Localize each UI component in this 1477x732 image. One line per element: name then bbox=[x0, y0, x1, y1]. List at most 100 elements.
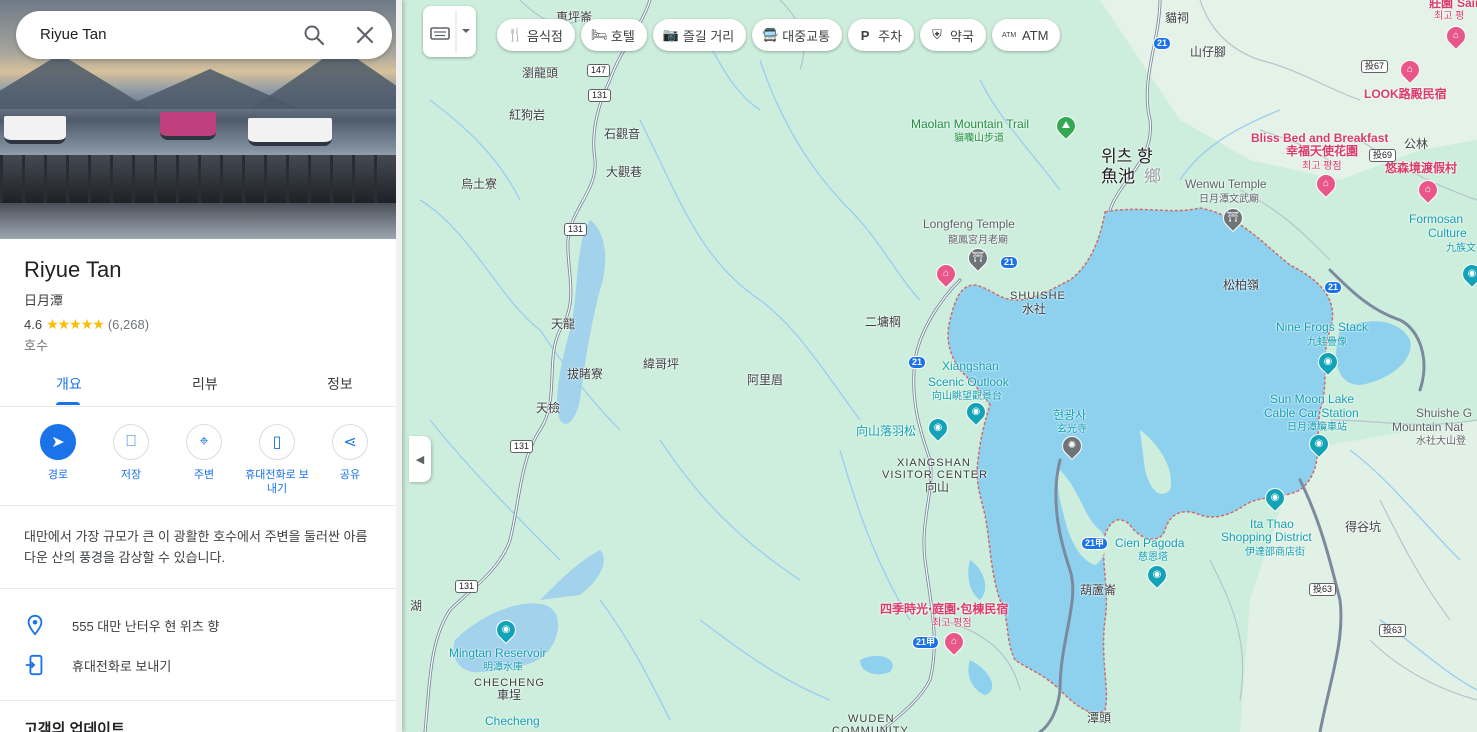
poi-formosan-culture-line2[interactable]: Culture bbox=[1428, 227, 1467, 240]
category-chips: 🍴 음식점 🛏 호텔 📷 즐길 거리 🚍 대중교통 P 주차 ⛨ 약국 ATM … bbox=[497, 19, 1061, 51]
address-text: 555 대만 난터우 현 위츠 향 bbox=[72, 619, 220, 634]
chip-label: 주차 bbox=[878, 28, 903, 44]
poi-cable-car-line2[interactable]: Cable Car Station bbox=[1264, 407, 1359, 420]
map-label-tantou[interactable]: 潭頭 bbox=[1087, 712, 1111, 725]
chip-transit[interactable]: 🚍 대중교통 bbox=[752, 19, 843, 51]
address-row[interactable]: 555 대만 난터우 현 위츠 향 bbox=[0, 604, 402, 644]
poi-ita-thao-line2[interactable]: Shopping District bbox=[1221, 531, 1312, 544]
poi-cable-car[interactable]: Sun Moon Lake bbox=[1270, 393, 1354, 406]
send-to-phone-button[interactable]: ▯ 휴대전화로 보내기 bbox=[241, 424, 313, 496]
map-label-xiangshan-cn: 向山 bbox=[925, 480, 950, 494]
poi-mingtan-reservoir-cn: 明潭水庫 bbox=[483, 662, 523, 673]
poi-xuanguang-temple[interactable]: 현광사 bbox=[1053, 409, 1086, 422]
map-label-tianjian[interactable]: 天檢 bbox=[536, 402, 560, 415]
map-label-yuchi-cn[interactable]: 魚池 bbox=[1101, 166, 1135, 187]
search-input[interactable] bbox=[40, 26, 290, 43]
route-shield: 投63 bbox=[1309, 583, 1337, 596]
chip-pharmacy[interactable]: ⛨ 약국 bbox=[920, 19, 986, 51]
keyboard-layer-toggle[interactable] bbox=[423, 6, 476, 57]
nearby-icon: ⌖ bbox=[186, 424, 222, 460]
station-checheng[interactable]: Checheng bbox=[485, 715, 540, 728]
place-panel: Riyue Tan 日月潭 4.6 ★★★★★ (6,268) 호수 개요 리뷰… bbox=[0, 0, 402, 732]
nearby-button[interactable]: ⌖ 주변 bbox=[168, 424, 240, 482]
directions-button[interactable]: ➤ 경로 bbox=[22, 424, 94, 482]
map-label-degukeng[interactable]: 得谷坑 bbox=[1345, 521, 1381, 534]
photo-boat bbox=[248, 118, 332, 146]
save-button[interactable]: ⎕ 저장 bbox=[95, 424, 167, 482]
poi-youlin-resort[interactable]: 悠森境渡假村 bbox=[1385, 162, 1457, 175]
map-label-hongguyan[interactable]: 紅狗岩 bbox=[509, 109, 545, 122]
map-label-wutuliao[interactable]: 烏土寮 bbox=[461, 178, 497, 191]
map-label-erpangpeng[interactable]: 二墉棡 bbox=[865, 316, 901, 329]
review-count[interactable]: (6,268) bbox=[108, 317, 149, 332]
poi-maolan-trail[interactable]: Maolan Mountain Trail bbox=[911, 118, 1029, 131]
poi-shuishe-trail-cn: 水社大山登 bbox=[1416, 436, 1466, 447]
rating-value: 4.6 bbox=[24, 317, 43, 332]
place-category[interactable]: 호수 bbox=[24, 335, 48, 354]
map-label-hulukeng[interactable]: 葫蘆崙 bbox=[1080, 584, 1116, 597]
tab-about[interactable]: 정보 bbox=[327, 374, 353, 394]
tab-reviews[interactable]: 리뷰 bbox=[192, 374, 218, 394]
close-icon[interactable] bbox=[353, 23, 377, 47]
map-label-yuchi-kr[interactable]: 위츠 향 bbox=[1101, 146, 1153, 167]
poi-wenwu-temple[interactable]: Wenwu Temple bbox=[1185, 178, 1267, 191]
map-label-songbailing[interactable]: 松柏嶺 bbox=[1223, 279, 1259, 292]
send-to-phone-icon bbox=[25, 654, 43, 676]
map-label-liulongtou[interactable]: 瀏龍頭 bbox=[522, 67, 558, 80]
poi-shuishe-trail-line2[interactable]: Mountain Nat bbox=[1392, 421, 1463, 434]
map-label-hu[interactable]: 湖 bbox=[410, 600, 422, 613]
send-to-phone-row[interactable]: 휴대전화로 보내기 bbox=[0, 644, 402, 684]
poi-shuishe-trail[interactable]: Shuishe G bbox=[1416, 407, 1472, 420]
map-label-alimei[interactable]: 阿里眉 bbox=[747, 374, 783, 387]
poi-saint-cn[interactable]: 莊園 bbox=[1429, 0, 1453, 10]
poi-nine-frogs[interactable]: Nine Frogs Stack bbox=[1276, 321, 1368, 334]
route-shield: 131 bbox=[510, 440, 534, 453]
map-label-xiangepeng[interactable]: 緯哥坪 bbox=[643, 358, 679, 371]
action-label: 주변 bbox=[193, 469, 215, 481]
map-label-daguanxiang[interactable]: 大觀巷 bbox=[606, 166, 642, 179]
map-label-wuden-line2[interactable]: COMMUNITY bbox=[832, 725, 909, 732]
route-shield: 21甲 bbox=[912, 636, 940, 649]
map-label-bazengliao[interactable]: 拔睹寮 bbox=[567, 368, 603, 381]
chip-label: 대중교통 bbox=[782, 28, 831, 44]
action-buttons: ➤ 경로 ⎕ 저장 ⌖ 주변 ▯ 휴대전화로 보내기 ⋖ 공유 bbox=[0, 408, 402, 506]
panel-scrollbar[interactable] bbox=[396, 0, 402, 732]
poi-longfeng-temple-cn: 龍鳳宮月老廟 bbox=[948, 235, 1008, 246]
share-button[interactable]: ⋖ 공유 bbox=[314, 424, 386, 482]
divider bbox=[0, 588, 402, 589]
chip-label: 약국 bbox=[950, 28, 974, 44]
chip-things-to-do[interactable]: 📷 즐길 거리 bbox=[652, 19, 747, 51]
map-label-shanzijiao[interactable]: 山仔腳 bbox=[1190, 46, 1226, 59]
poi-xiangshan-feather[interactable]: 向山落羽松 bbox=[856, 425, 916, 438]
poi-sijishiguang[interactable]: 四季時光‧庭園‧包棟民宿 bbox=[880, 603, 1008, 616]
photo-boat bbox=[4, 116, 66, 144]
poi-cien-pagoda[interactable]: Cien Pagoda bbox=[1115, 537, 1184, 550]
chip-hotel[interactable]: 🛏 호텔 bbox=[580, 19, 647, 51]
poi-mingtan-reservoir[interactable]: Mingtan Reservoir bbox=[449, 647, 546, 660]
map-label-shiguanyin[interactable]: 石觀音 bbox=[604, 128, 640, 141]
poi-xuanguang-temple-cn: 玄光寺 bbox=[1057, 424, 1087, 435]
tab-overview[interactable]: 개요 bbox=[56, 374, 82, 394]
collapse-panel-button[interactable]: ◀ bbox=[409, 436, 431, 482]
poi-longfeng-temple[interactable]: Longfeng Temple bbox=[923, 218, 1015, 231]
map-label-gongling[interactable]: 公林 bbox=[1404, 138, 1428, 151]
map-label-shuishe-cn: 水社 bbox=[1022, 302, 1047, 316]
chip-parking[interactable]: P 주차 bbox=[848, 19, 915, 51]
share-icon: ⋖ bbox=[332, 424, 368, 460]
map-label-maoci[interactable]: 貓祠 bbox=[1165, 12, 1189, 25]
directions-icon: ➤ bbox=[40, 424, 76, 460]
search-box[interactable] bbox=[16, 11, 392, 59]
poi-look-bnb[interactable]: LOOK路殿民宿 bbox=[1364, 88, 1447, 101]
parking-icon: P bbox=[860, 27, 870, 43]
search-icon[interactable] bbox=[302, 23, 326, 47]
poi-xiangshan-outlook[interactable]: Xiangshan bbox=[942, 360, 999, 373]
poi-xiangshan-outlook-line2[interactable]: Scenic Outlook bbox=[928, 376, 1009, 389]
poi-saint-rating: 최고 평 bbox=[1434, 11, 1465, 22]
map-label-tianlong[interactable]: 天龍 bbox=[551, 318, 575, 331]
poi-saint[interactable]: Saint P bbox=[1457, 0, 1477, 10]
chip-atm[interactable]: ATM ATM bbox=[991, 19, 1061, 51]
poi-formosan-culture[interactable]: Formosan bbox=[1409, 213, 1463, 226]
poi-nine-frogs-cn: 九蛙疊像 bbox=[1307, 337, 1347, 348]
route-shield: 投69 bbox=[1369, 149, 1397, 162]
chip-restaurant[interactable]: 🍴 음식점 bbox=[497, 19, 575, 51]
